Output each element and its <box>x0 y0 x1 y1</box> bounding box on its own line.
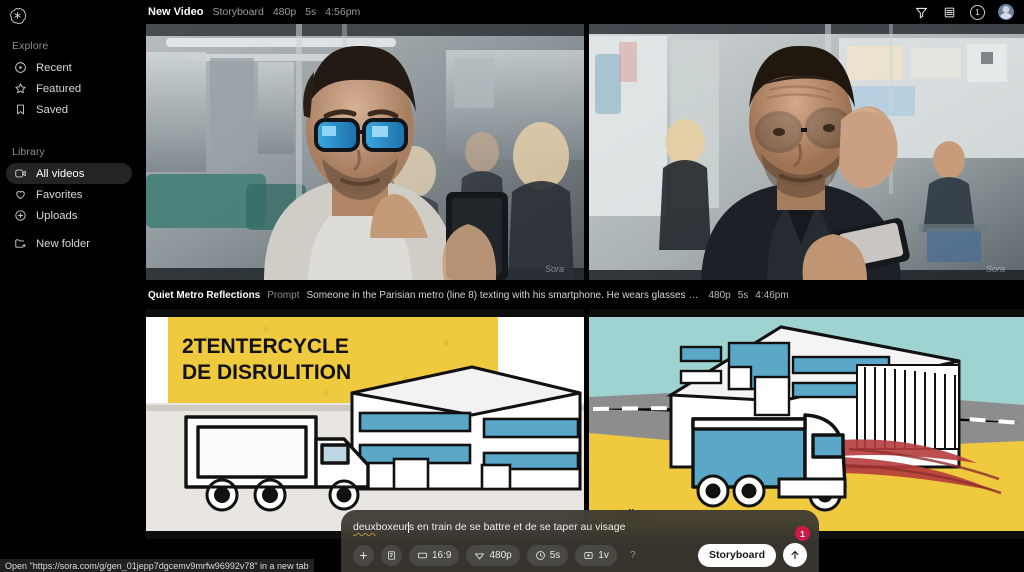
sidebar-item-saved[interactable]: Saved <box>6 99 132 120</box>
arrow-up-icon <box>791 550 799 560</box>
sidebar-item-favorites[interactable]: Favorites <box>6 184 132 205</box>
poster-line-2: DE DISRULITION <box>182 361 351 384</box>
sidebar-section-library: Library <box>12 146 45 158</box>
page-title: New Video <box>148 6 204 18</box>
sidebar-item-label: Favorites <box>36 188 83 201</box>
add-attachment-button[interactable] <box>353 544 374 566</box>
composer-actions: Storyboard 1 <box>697 526 810 567</box>
video-thumbnail-metro-glasses: Sora <box>589 24 1024 280</box>
sidebar-item-label: All videos <box>36 167 85 180</box>
star-icon <box>15 83 26 94</box>
send-button[interactable]: 1 <box>783 526 810 567</box>
header-actions: 1 <box>914 4 1024 20</box>
header-meta-group: New Video Storyboard 480p 5s 4:56pm <box>140 6 360 18</box>
video-thumbnail-truck-teal: nodine <box>589 309 1024 539</box>
video-thumbnail-truck-yellow: 2TENTERCYCLE DE DISRULITION <box>146 309 584 539</box>
sidebar-item-label: New folder <box>36 237 90 250</box>
video-row-2: 2TENTERCYCLE DE DISRULITION <box>146 309 1024 539</box>
video-thumbnail-metro-texting: Sora <box>146 24 584 280</box>
notification-badge[interactable]: 1 <box>970 4 985 20</box>
storyboard-button[interactable]: Storyboard <box>697 543 776 567</box>
video-grid: Sora Sora Quiet Metro Reflections Prompt… <box>146 24 1024 572</box>
video-row-1: Sora Sora <box>146 24 1024 280</box>
sidebar: Explore Recent Featured Saved Library Al… <box>0 0 140 572</box>
header-time: 4:56pm <box>325 6 361 18</box>
list-icon[interactable] <box>942 5 957 20</box>
poster-line-1: 2TENTERCYCLE <box>182 335 349 358</box>
duration-label: 5s <box>549 549 561 561</box>
variations-icon <box>584 551 593 559</box>
video-card-top-right[interactable]: Sora <box>589 24 1024 280</box>
plus-icon <box>360 551 367 559</box>
resolution-label: 480p <box>489 549 512 561</box>
header-resolution: 480p <box>272 6 297 18</box>
sidebar-item-label: Featured <box>36 82 82 95</box>
video-card-bottom-left[interactable]: 2TENTERCYCLE DE DISRULITION <box>146 309 584 539</box>
aspect-ratio-chip[interactable]: 16:9 <box>409 544 460 566</box>
browser-status-bar: Open "https://sora.com/g/gen_01jepp7dgce… <box>0 559 314 572</box>
variations-chip[interactable]: 1v <box>575 544 617 566</box>
plus-circle-icon <box>15 210 26 221</box>
help-button[interactable]: ? <box>624 545 642 566</box>
sora-app-window: Explore Recent Featured Saved Library Al… <box>0 0 1024 572</box>
sidebar-item-new-folder[interactable]: New folder <box>6 233 132 254</box>
sidebar-item-label: Saved <box>36 103 69 116</box>
folder-plus-icon <box>15 239 26 248</box>
filter-icon[interactable] <box>914 5 929 20</box>
resolution-icon <box>475 552 485 559</box>
clock-play-icon <box>15 62 26 73</box>
user-avatar[interactable] <box>998 4 1014 20</box>
aspect-ratio-icon <box>417 552 428 558</box>
clock-icon <box>535 550 545 560</box>
queue-badge: 1 <box>795 526 810 541</box>
video-card-bottom-right[interactable]: nodine <box>589 309 1024 539</box>
top-header: New Video Storyboard 480p 5s 4:56pm 1 <box>140 0 1024 24</box>
sidebar-item-all-videos[interactable]: All videos <box>6 163 132 184</box>
composer-toolbar: 16:9 480p 5s 1v ? Storyboard 1 <box>353 526 810 567</box>
sidebar-item-label: Recent <box>36 61 72 74</box>
openai-logo-icon <box>10 8 27 25</box>
aspect-ratio-label: 16:9 <box>432 549 452 561</box>
storyboard-mode-button[interactable] <box>381 544 402 566</box>
caption-title: Quiet Metro Reflections <box>148 289 261 301</box>
svg-text:Sora: Sora <box>986 264 1005 274</box>
storyboard-icon <box>388 550 395 560</box>
prompt-text-rest: s en train de se battre et de se taper a… <box>408 521 626 533</box>
video-caption-row: Quiet Metro Reflections Prompt Someone i… <box>146 284 1024 306</box>
sidebar-item-featured[interactable]: Featured <box>6 78 132 99</box>
bookmark-icon <box>17 104 24 115</box>
header-duration: 5s <box>305 6 317 18</box>
prompt-text-mid: boxeur <box>375 521 408 533</box>
variations-label: 1v <box>598 549 609 561</box>
spellcheck-word: deux <box>353 521 376 533</box>
caption-prompt-text: Someone in the Parisian metro (line 8) t… <box>306 289 702 301</box>
sidebar-item-uploads[interactable]: Uploads <box>6 205 132 226</box>
caption-resolution: 480p <box>708 289 731 301</box>
video-card-top-left[interactable]: Sora <box>146 24 584 280</box>
svg-text:Sora: Sora <box>545 264 564 274</box>
video-camera-icon <box>15 169 26 178</box>
sidebar-item-recent[interactable]: Recent <box>6 57 132 78</box>
caption-duration: 5s <box>737 289 749 301</box>
prompt-input[interactable]: deux boxeur s en train de se battre et de… <box>353 519 807 535</box>
sidebar-section-explore: Explore <box>12 40 49 52</box>
duration-chip[interactable]: 5s <box>526 544 569 566</box>
header-kind: Storyboard <box>212 6 264 18</box>
sidebar-item-label: Uploads <box>36 209 78 222</box>
prompt-composer: deux boxeur s en train de se battre et de… <box>341 510 819 572</box>
caption-prompt-label: Prompt <box>267 289 300 301</box>
resolution-chip[interactable]: 480p <box>466 544 520 566</box>
caption-time: 4:46pm <box>755 289 789 301</box>
heart-icon <box>16 191 25 200</box>
app-logo[interactable] <box>0 0 140 30</box>
